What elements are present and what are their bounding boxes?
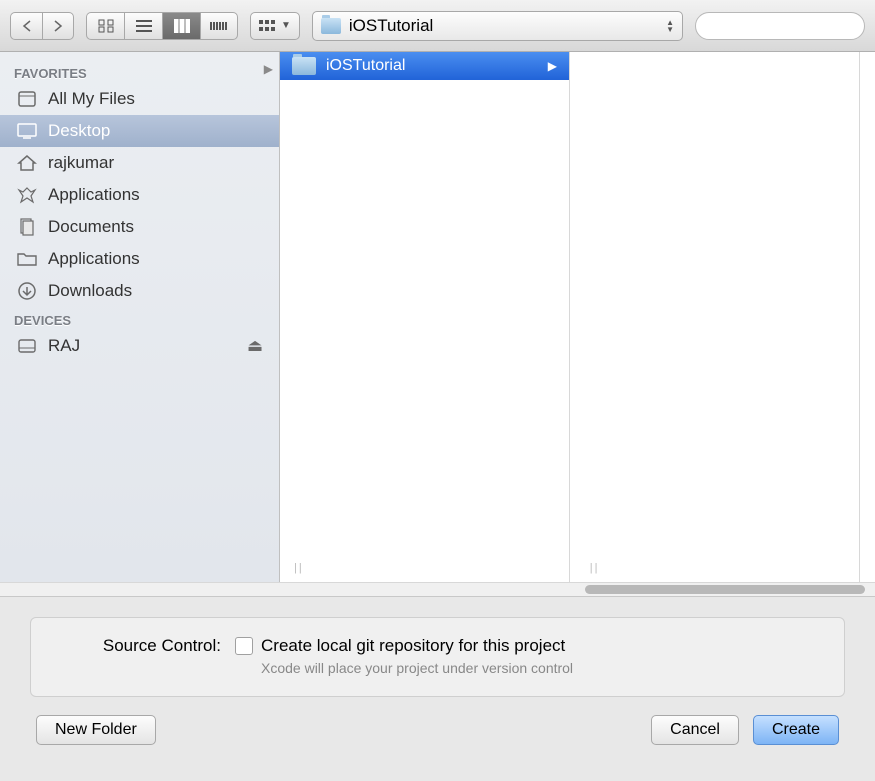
source-control-row: Source Control: Create local git reposit… [71,636,804,676]
search-input[interactable] [712,18,857,33]
sidebar-item-label: rajkumar [48,153,114,173]
search-field[interactable] [695,12,865,40]
options-box: Source Control: Create local git reposit… [30,617,845,697]
horizontal-scrollbar[interactable] [0,582,875,596]
column-browser: iOSTutorial ▶ |||| [280,52,875,582]
sidebar-item-home[interactable]: rajkumar [0,147,279,179]
source-control-label: Source Control: [71,636,221,656]
eject-icon[interactable]: ⏏ [247,336,263,356]
view-mode-buttons [86,12,238,40]
forward-button[interactable] [42,12,74,40]
sidebar-item-label: All My Files [48,89,135,109]
sidebar-item-applications[interactable]: Applications [0,179,279,211]
sidebar-item-label: Downloads [48,281,132,301]
create-button[interactable]: Create [753,715,839,745]
sidebar-item-downloads[interactable]: Downloads [0,275,279,307]
sidebar-header-favorites: FAVORITES [0,60,279,83]
cancel-button[interactable]: Cancel [651,715,739,745]
list-view-button[interactable] [124,12,162,40]
checkbox-subtext: Xcode will place your project under vers… [261,660,573,676]
arrange-button[interactable]: ▼ [250,12,300,40]
new-folder-button[interactable]: New Folder [36,715,156,745]
sidebar-item-all-my-files[interactable]: All My Files [0,83,279,115]
sidebar-item-label: Applications [48,185,140,205]
sidebar-header-devices: DEVICES [0,307,279,330]
sidebar-item-documents[interactable]: Documents [0,211,279,243]
desktop-icon [16,121,38,141]
coverflow-view-button[interactable] [200,12,238,40]
sidebar: ▶ FAVORITES All My Files Desktop rajkuma… [0,52,280,582]
column-item-iostutorial[interactable]: iOSTutorial ▶ [280,52,569,80]
checkbox-label: Create local git repository for this pro… [261,636,565,656]
browser-column: iOSTutorial ▶ [280,52,570,582]
sidebar-item-label: Applications [48,249,140,269]
column-view-button[interactable] [162,12,200,40]
back-button[interactable] [10,12,42,40]
browser-column-empty [570,52,860,582]
chevron-down-icon: ▼ [281,20,291,31]
scrollbar-thumb[interactable] [585,585,865,594]
sidebar-item-label: RAJ [48,336,80,356]
nav-buttons [10,12,74,40]
folder-icon [16,249,38,269]
column-item-label: iOSTutorial [326,57,405,75]
chevron-right-icon: ▶ [264,62,273,76]
sidebar-item-desktop[interactable]: Desktop [0,115,279,147]
documents-icon [16,217,38,237]
sidebar-item-label: Documents [48,217,134,237]
chevron-right-icon: ▶ [548,59,557,73]
downloads-icon [16,281,38,301]
main-area: ▶ FAVORITES All My Files Desktop rajkuma… [0,52,875,582]
home-icon [16,153,38,173]
apps-icon [16,185,38,205]
all-files-icon [16,89,38,109]
footer: New Folder Cancel Create [30,715,845,745]
path-dropdown[interactable]: iOSTutorial ▲▼ [312,11,683,41]
stepper-icon: ▲▼ [666,19,674,33]
sidebar-item-device-raj[interactable]: RAJ ⏏ [0,330,279,362]
icon-view-button[interactable] [86,12,124,40]
sidebar-item-label: Desktop [48,121,110,141]
toolbar: ▼ iOSTutorial ▲▼ [0,0,875,52]
git-repo-checkbox[interactable] [235,637,253,655]
folder-icon [292,57,316,75]
disk-icon [16,336,38,356]
bottom-panel: Source Control: Create local git reposit… [0,596,875,761]
folder-icon [321,18,341,34]
sidebar-item-applications-folder[interactable]: Applications [0,243,279,275]
column-resize-handles[interactable]: |||| [294,562,599,574]
path-label: iOSTutorial [349,16,433,36]
